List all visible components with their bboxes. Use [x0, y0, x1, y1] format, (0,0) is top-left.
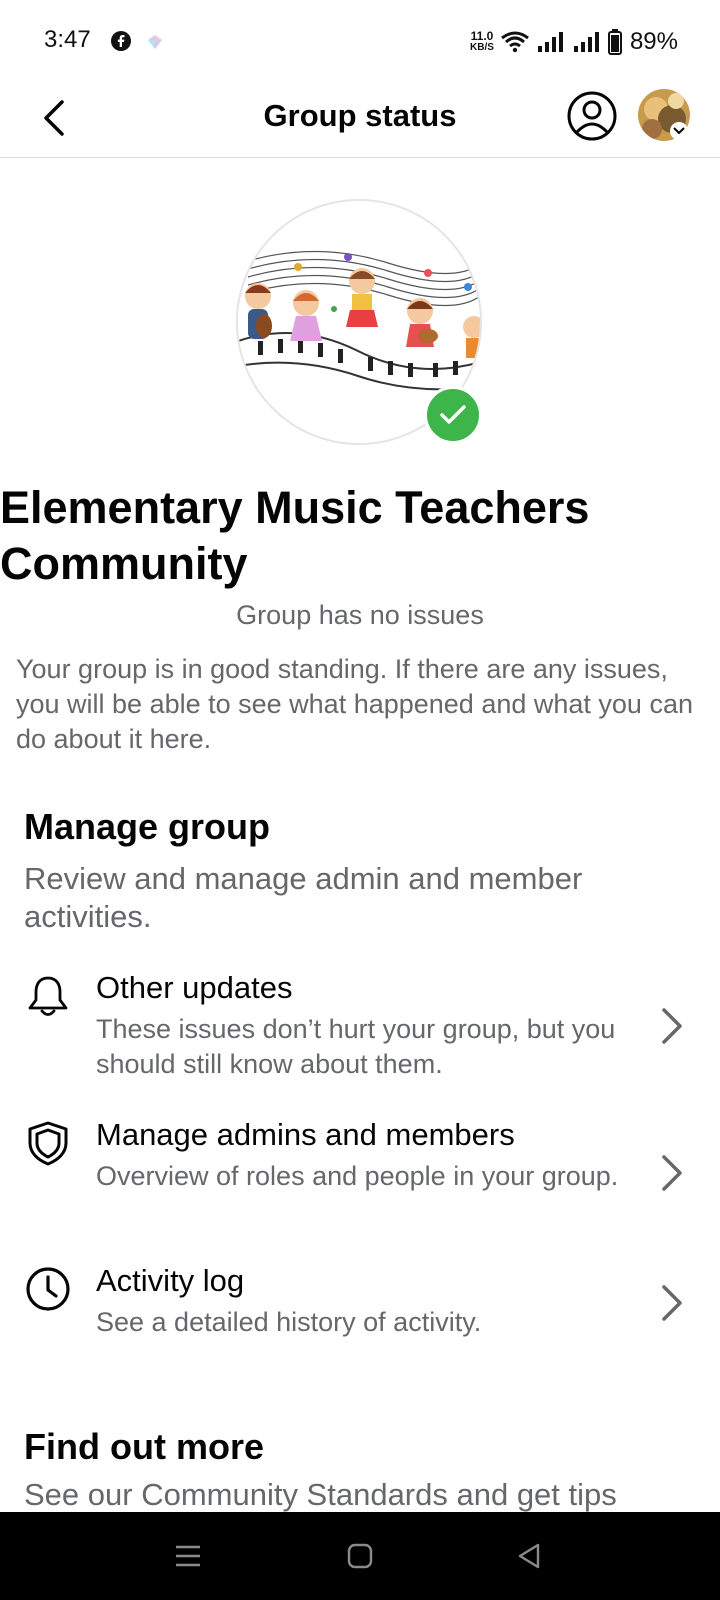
clock-icon — [26, 1267, 70, 1311]
chevron-down-icon — [673, 127, 685, 135]
other-updates-row[interactable]: Other updates These issues don’t hurt yo… — [0, 970, 720, 1090]
profile-icon[interactable] — [566, 90, 618, 142]
back-icon[interactable] — [514, 1540, 546, 1572]
row-title: Activity log — [96, 1263, 245, 1298]
group-status-text: Group has no issues — [236, 600, 484, 630]
manage-group-heading: Manage group — [24, 806, 271, 847]
app-header: Group status — [0, 84, 720, 158]
chevron-right-icon — [662, 1155, 682, 1191]
row-description: These issues don’t hurt your group, but … — [96, 1014, 616, 1079]
recent-apps-icon[interactable] — [172, 1540, 204, 1572]
home-icon[interactable] — [344, 1540, 376, 1572]
shield-icon — [28, 1121, 68, 1166]
account-switcher[interactable] — [670, 122, 688, 140]
activity-log-row[interactable]: Activity log See a detailed history of a… — [0, 1263, 720, 1353]
signal-icon — [537, 32, 563, 52]
bell-icon — [28, 976, 68, 1016]
row-title: Manage admins and members — [96, 1117, 515, 1152]
status-right: 11.0 KB/S 89% — [470, 26, 678, 58]
chevron-right-icon — [662, 1285, 682, 1321]
verified-status-badge — [424, 386, 482, 444]
status-time: 3:47 — [44, 26, 91, 53]
group-name: Elementary Music Teachers Community — [0, 482, 590, 589]
group-status-description: Your group is in good standing. If there… — [16, 654, 693, 754]
manage-group-subtitle: Review and manage admin and member activ… — [24, 861, 583, 934]
manage-admins-members-row[interactable]: Manage admins and members Overview of ro… — [0, 1117, 720, 1237]
checkmark-icon — [440, 405, 466, 424]
battery-icon — [607, 29, 622, 55]
system-navigation-bar — [0, 1512, 720, 1600]
row-description: See a detailed history of activity. — [96, 1307, 482, 1337]
facebook-icon — [111, 31, 131, 51]
row-title: Other updates — [96, 970, 293, 1005]
row-description: Overview of roles and people in your gro… — [96, 1161, 619, 1191]
signal-icon-2 — [573, 32, 599, 52]
wifi-icon — [501, 31, 529, 53]
find-out-more-heading: Find out more — [24, 1426, 264, 1467]
status-bar: 3:47 11.0 KB/S 89% — [0, 0, 720, 84]
app-notification-icon — [148, 35, 162, 49]
chevron-right-icon — [662, 1008, 682, 1044]
battery-percent: 89% — [629, 28, 678, 55]
find-out-more-subtitle: See our Community Standards and get tips — [24, 1477, 617, 1512]
network-speed: 11.0 KB/S — [470, 29, 494, 53]
